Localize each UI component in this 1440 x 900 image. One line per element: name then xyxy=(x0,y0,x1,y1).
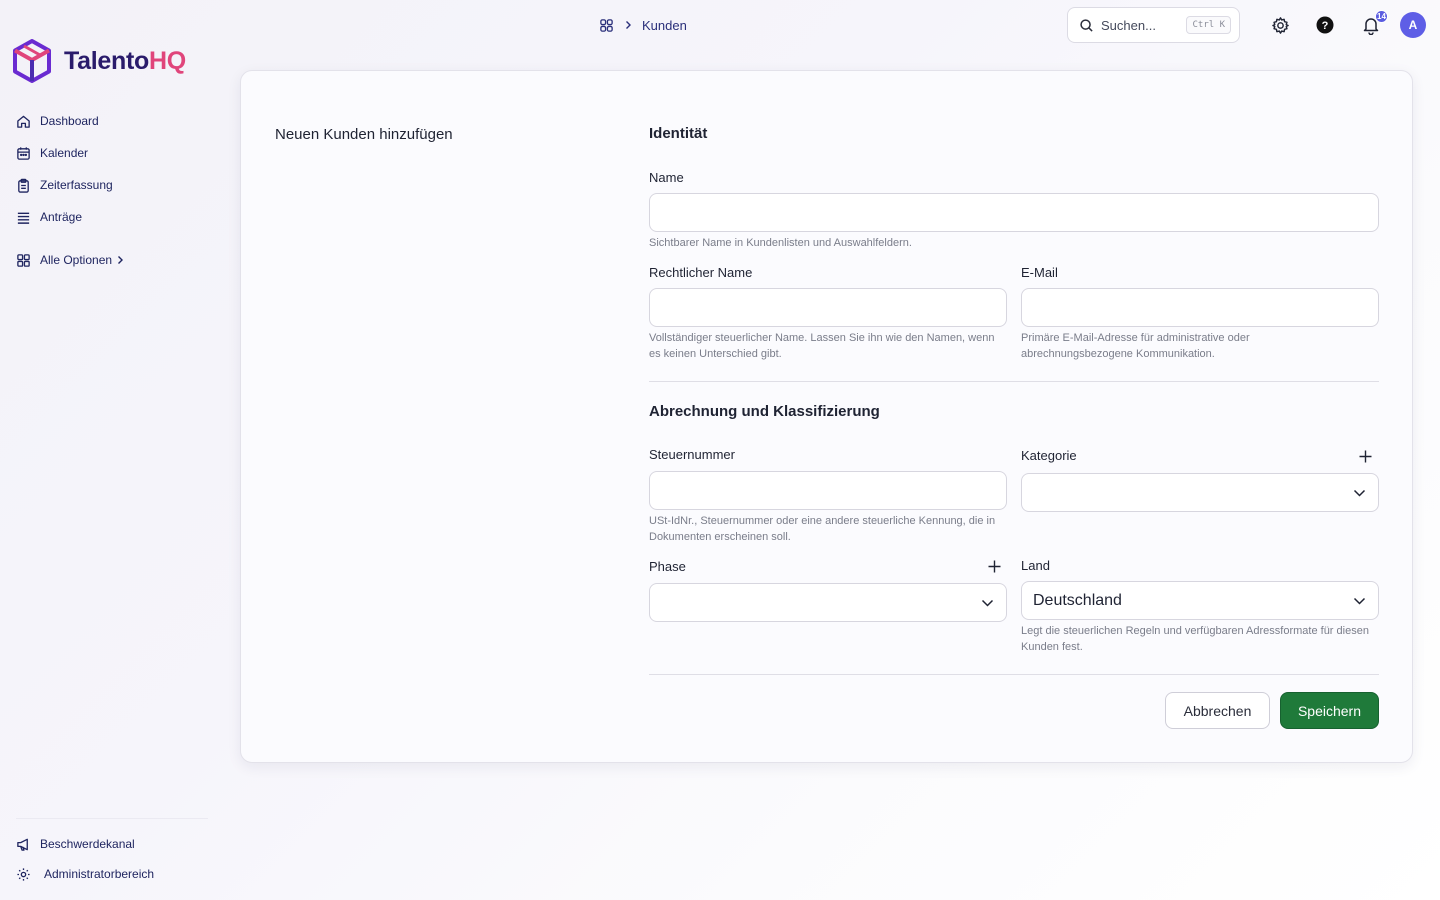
country-label: Land xyxy=(1021,558,1050,573)
page-title: Neuen Kunden hinzufügen xyxy=(275,126,453,143)
legal-name-label: Rechtlicher Name xyxy=(649,265,753,280)
main-nav: Dashboard Kalender Zeiterfassung Anträge… xyxy=(16,110,216,281)
sidebar-item-administratorbereich[interactable]: Administratorbereich xyxy=(16,863,216,885)
billing-heading: Abrechnung und Klassifizierung xyxy=(649,403,880,420)
email-help: Primäre E-Mail-Adresse für administrativ… xyxy=(1021,332,1250,360)
search-icon xyxy=(1080,18,1093,32)
country-select[interactable]: Deutschland xyxy=(1021,581,1379,620)
chevron-down-icon xyxy=(981,599,994,607)
avatar[interactable]: A xyxy=(1400,12,1426,38)
phase-select[interactable] xyxy=(649,583,1007,622)
help-icon: ? xyxy=(1316,16,1334,34)
sidebar: TalentoHQ Dashboard Kalender Zeiterfassu… xyxy=(0,0,220,900)
email-field[interactable] xyxy=(1021,288,1379,327)
cancel-button[interactable]: Abbrechen xyxy=(1165,692,1270,729)
search-placeholder: Suchen... xyxy=(1101,17,1156,33)
tax-number-label: Steuernummer xyxy=(649,447,735,462)
chevron-right-icon xyxy=(118,256,124,264)
add-phase-button[interactable] xyxy=(986,558,1002,574)
legal-name-input[interactable] xyxy=(649,288,1007,327)
sidebar-divider xyxy=(16,818,208,819)
save-button[interactable]: Speichern xyxy=(1280,692,1379,729)
gear-icon xyxy=(17,867,30,881)
add-category-button[interactable] xyxy=(1357,448,1373,464)
logo[interactable]: TalentoHQ xyxy=(12,39,186,83)
breadcrumb: Kunden xyxy=(599,15,687,35)
home-icon xyxy=(17,115,30,128)
list-icon xyxy=(17,212,30,224)
email-label: E-Mail xyxy=(1021,265,1058,280)
tax-number-input[interactable] xyxy=(649,471,1007,510)
brand-name: TalentoHQ xyxy=(64,47,186,76)
sidebar-item-antraege[interactable]: Anträge xyxy=(16,206,216,228)
sidebar-item-beschwerdekanal[interactable]: Beschwerdekanal xyxy=(16,833,216,855)
chevron-right-icon xyxy=(626,21,631,29)
clipboard-icon xyxy=(18,178,29,193)
legal-name-help: Vollständiger steuerlicher Name. Lassen … xyxy=(649,332,995,360)
section-divider xyxy=(649,381,1379,382)
sidebar-item-label: Dashboard xyxy=(40,114,99,128)
sidebar-item-alle-optionen[interactable]: Alle Optionen xyxy=(16,249,216,271)
grid-icon xyxy=(17,253,30,267)
new-customer-card: Neuen Kunden hinzufügen Identität Name S… xyxy=(240,70,1413,763)
settings-button[interactable] xyxy=(1269,14,1291,36)
sidebar-item-zeiterfassung[interactable]: Zeiterfassung xyxy=(16,174,216,196)
tax-number-help: USt-IdNr., Steuernummer oder eine andere… xyxy=(649,515,996,543)
plus-icon xyxy=(1359,450,1371,462)
plus-icon xyxy=(988,560,1000,572)
actions-divider xyxy=(649,674,1379,675)
sidebar-item-label: Alle Optionen xyxy=(40,253,113,267)
gear-icon xyxy=(1271,16,1289,34)
search-input[interactable]: Suchen... Ctrl K xyxy=(1067,7,1240,43)
brand-name-part2: HQ xyxy=(148,46,186,75)
megaphone-icon xyxy=(17,838,28,851)
sidebar-item-label: Kalender xyxy=(40,146,89,160)
name-help: Sichtbarer Name in Kundenlisten und Ausw… xyxy=(649,237,912,249)
svg-text:?: ? xyxy=(1322,20,1329,32)
category-label: Kategorie xyxy=(1021,448,1077,463)
sidebar-item-dashboard[interactable]: Dashboard xyxy=(16,110,216,132)
sidebar-item-label: Administratorbereich xyxy=(44,867,155,881)
sidebar-item-kalender[interactable]: Kalender xyxy=(16,142,216,164)
chevron-down-icon xyxy=(1353,489,1366,497)
bottom-nav: Beschwerdekanal Administratorbereich xyxy=(16,833,216,893)
country-help: Legt die steuerlichen Regeln und verfügb… xyxy=(1021,625,1369,653)
brand-name-part1: Talento xyxy=(64,46,149,75)
notification-count-badge: 14 xyxy=(1375,10,1388,23)
identity-heading: Identität xyxy=(649,125,708,142)
phase-label: Phase xyxy=(649,559,686,574)
help-button[interactable]: ? xyxy=(1314,14,1336,36)
sidebar-item-label: Beschwerdekanal xyxy=(40,837,135,851)
name-input[interactable] xyxy=(649,193,1379,232)
breadcrumb-current[interactable]: Kunden xyxy=(642,18,687,33)
country-value: Deutschland xyxy=(1033,591,1122,609)
grid-icon[interactable] xyxy=(599,18,614,33)
cube-logo-icon xyxy=(13,39,51,83)
name-label: Name xyxy=(649,170,684,185)
chevron-down-icon xyxy=(1353,597,1366,605)
sidebar-item-label: Zeiterfassung xyxy=(40,178,113,192)
sidebar-item-label: Anträge xyxy=(40,210,83,224)
category-select[interactable] xyxy=(1021,473,1379,512)
shortcut-hint: Ctrl K xyxy=(1186,16,1231,34)
calendar-icon xyxy=(17,146,30,160)
